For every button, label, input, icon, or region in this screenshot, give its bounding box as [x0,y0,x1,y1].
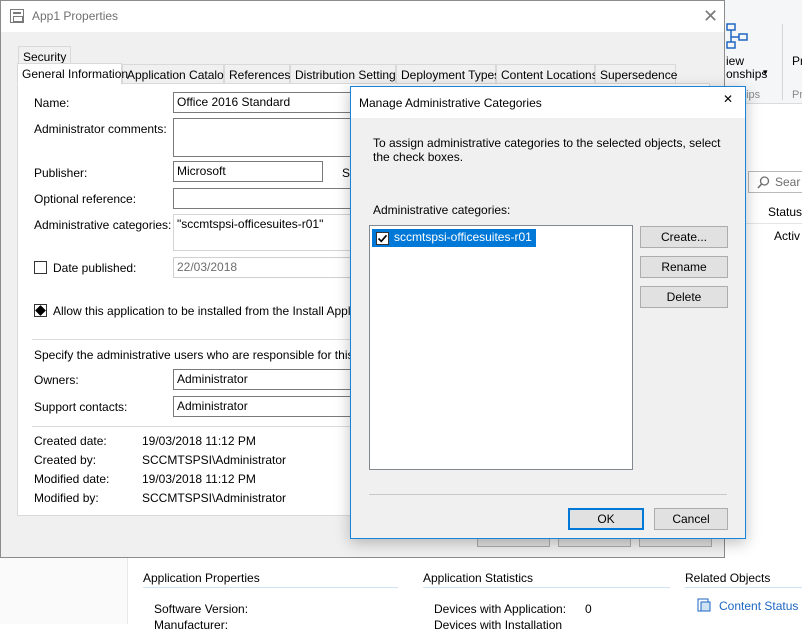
ribbon-separator [782,24,783,100]
cancel-button[interactable]: Cancel [654,508,728,530]
modified-by-label: Modified by: [34,491,99,505]
allow-install-label: Allow this application to be installed f… [53,304,392,318]
category-checkbox[interactable] [376,232,389,245]
checkmark-icon [377,234,388,243]
modified-date-label: Modified date: [34,472,110,486]
name-field[interactable]: Office 2016 Standard [173,92,363,113]
modal-description: To assign administrative categories to t… [373,136,721,164]
console-search-box[interactable]: Sear [748,171,802,193]
ribbon-label-view[interactable]: iew [726,54,744,68]
tab-content-locations[interactable]: Content Locations [496,64,598,84]
admin-categories-list[interactable]: sccmtspsi-officesuites-r01 [369,225,633,470]
properties-dialog-title: App1 Properties [32,9,119,23]
delete-button[interactable]: Delete [640,286,728,308]
specify-admins-label: Specify the administrative users who are… [34,348,399,362]
related-objects-heading: Related Objects [685,571,771,585]
heading-underline [685,587,802,588]
optional-reference-label: Optional reference: [34,192,137,206]
created-by-label: Created by: [34,453,97,467]
heading-underline [423,587,670,588]
ribbon-label-properties[interactable]: Pr [792,54,802,68]
allow-install-checkbox[interactable] [34,304,47,317]
status-cell: Activ [774,229,801,243]
app-statistics-heading: Application Statistics [423,571,534,585]
date-published-field[interactable]: 22/03/2018 [173,257,363,278]
ribbon-group-label-properties: Pr [792,89,802,101]
admin-comments-label: Administrator comments: [34,122,167,136]
rename-button[interactable]: Rename [640,256,728,278]
ribbon-dropdown-arrow[interactable]: ▾ [763,67,768,78]
column-header-status[interactable]: Status [768,205,802,219]
tab-supersedence[interactable]: Supersedence [595,64,677,84]
modified-date-value: 19/03/2018 11:12 PM [142,472,256,486]
console-list-header: Status [746,200,802,224]
admin-categories-list-label: Administrative categories: [373,203,511,217]
app-properties-heading: Application Properties [143,571,260,585]
date-published-checkbox[interactable] [34,261,47,274]
create-button[interactable]: Create... [640,226,728,248]
devices-with-app-label: Devices with Application: [434,602,567,616]
created-date-label: Created date: [34,434,107,448]
content-status-link[interactable]: Content Status [719,599,798,613]
tab-distribution-settings[interactable]: Distribution Settings [290,64,402,84]
close-icon[interactable]: ✕ [723,93,733,105]
content-status-icon [697,598,711,612]
console-nav-pane [0,558,128,624]
created-by-value: SCCMTSPSI\Administrator [142,453,287,467]
modal-title: Manage Administrative Categories [359,96,542,110]
properties-titlebar[interactable]: App1 Properties ✕ [1,1,724,32]
software-version-label: Software Version: [154,602,249,616]
ok-button[interactable]: OK [568,508,644,530]
owners-label: Owners: [34,373,79,387]
admin-categories-label: Administrative categories: [34,218,172,232]
owners-field[interactable]: Administrator [173,369,363,390]
admin-comments-field[interactable] [173,118,363,157]
details-pane: Application Properties Software Version:… [128,558,802,632]
list-item[interactable]: sccmtspsi-officesuites-r01 [372,229,536,247]
tab-references[interactable]: References [224,64,290,84]
created-date-value: 19/03/2018 11:12 PM [142,434,256,448]
tab-application-catalog[interactable]: Application Catalog [122,64,230,84]
heading-underline [143,587,398,588]
admin-categories-field: "sccmtspsi-officesuites-r01" [173,214,363,251]
search-icon [757,176,770,189]
optional-reference-field[interactable] [173,188,363,209]
support-contacts-label: Support contacts: [34,400,128,414]
tab-deployment-types[interactable]: Deployment Types [396,64,500,84]
relationships-icon [726,23,748,49]
publisher-field[interactable]: Microsoft [173,161,323,182]
app-icon [10,9,24,23]
ribbon-label-relationships[interactable]: onships [726,67,767,81]
manufacturer-label: Manufacturer: [154,618,229,632]
close-icon[interactable]: ✕ [703,7,718,25]
tab-general-information[interactable]: General Information [17,63,128,85]
modal-titlebar[interactable]: Manage Administrative Categories ✕ [351,87,745,118]
support-contacts-field[interactable]: Administrator [173,396,363,417]
manage-admin-categories-dialog: Manage Administrative Categories ✕ To as… [350,86,746,539]
publisher-label: Publisher: [34,166,88,180]
search-placeholder: Sear [775,175,801,189]
date-published-label: Date published: [53,261,137,275]
category-label: sccmtspsi-officesuites-r01 [394,230,532,244]
section-divider [32,426,352,427]
name-label: Name: [34,96,70,110]
section-divider [32,339,352,340]
devices-with-install-label: Devices with Installation [434,618,563,632]
devices-with-app-value: 0 [585,602,592,616]
modified-by-value: SCCMTSPSI\Administrator [142,491,287,505]
modal-divider [369,494,727,495]
